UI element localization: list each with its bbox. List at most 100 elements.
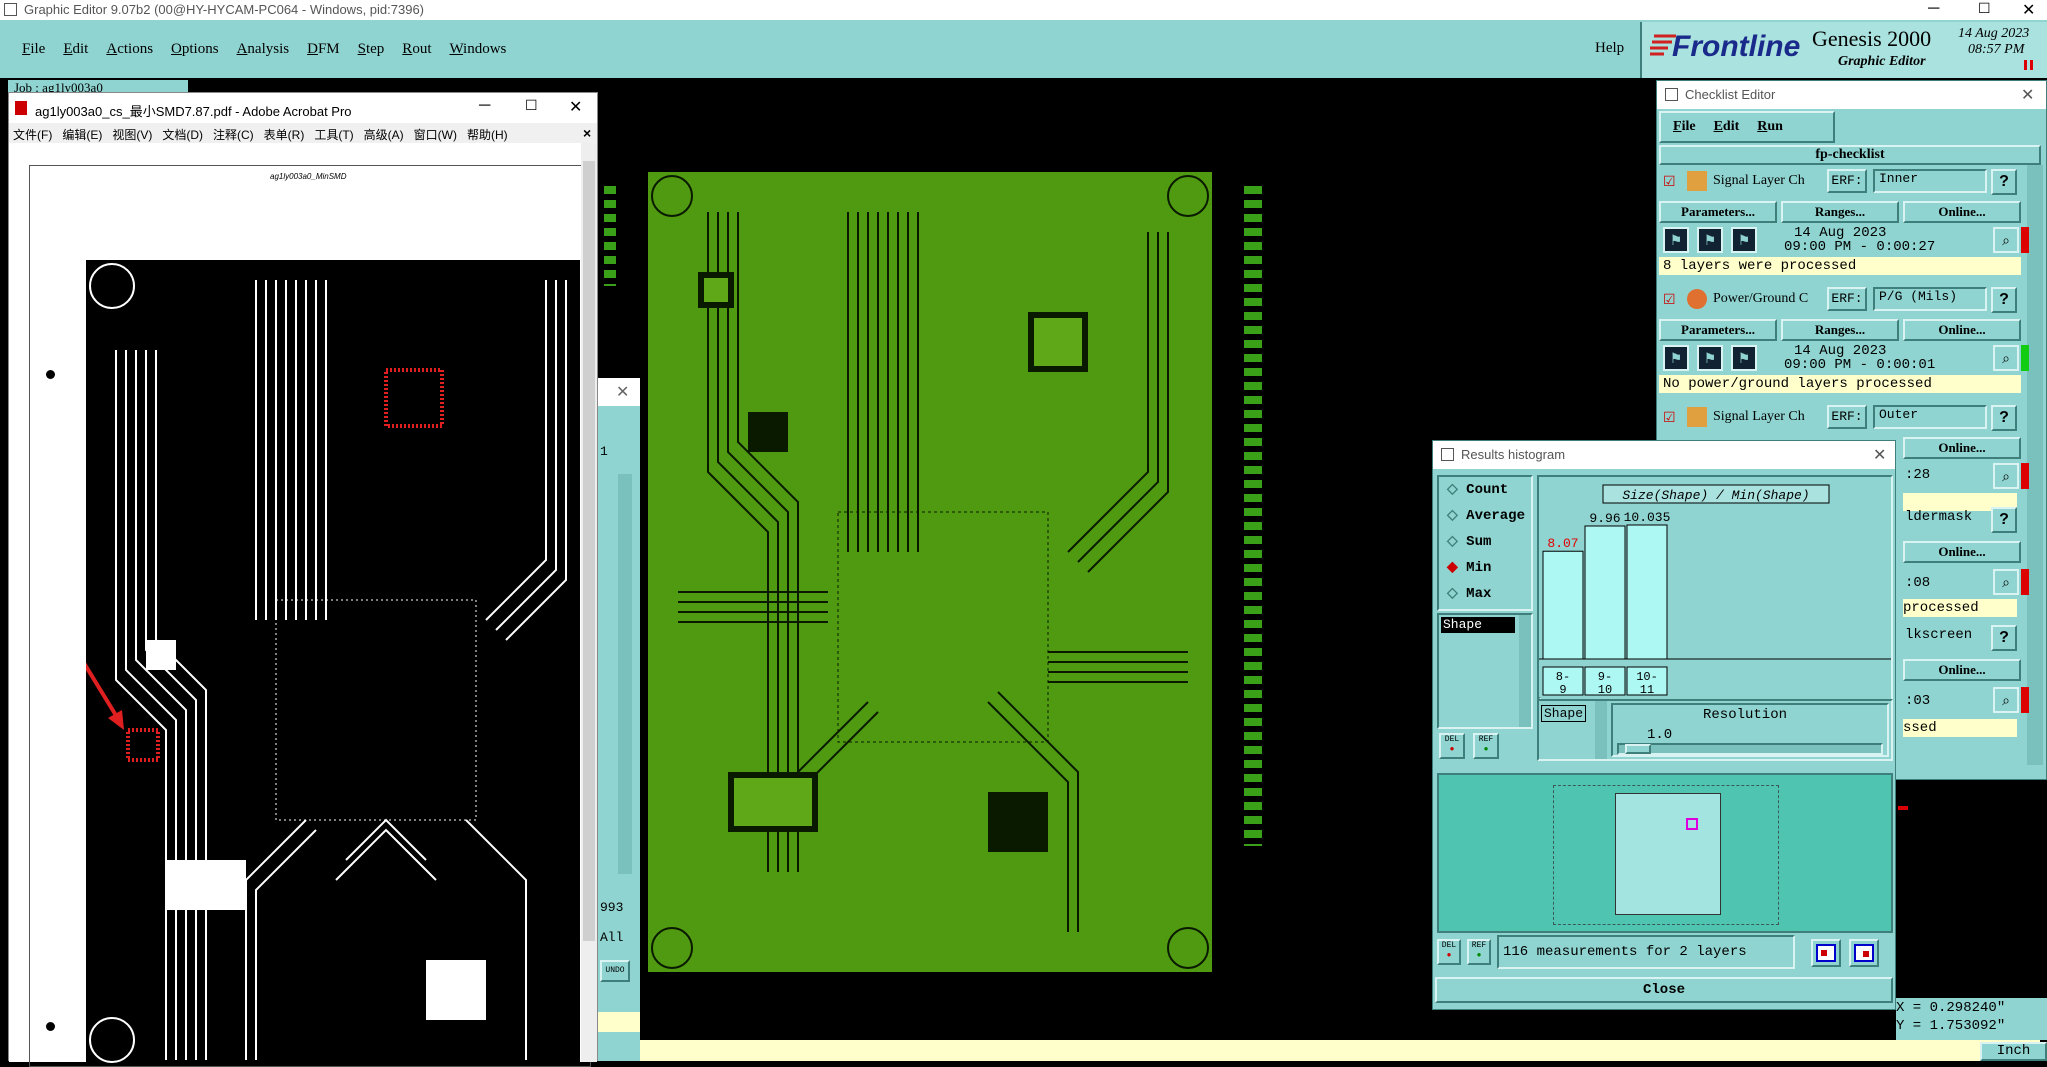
menu-edit[interactable]: Edit [63, 41, 88, 58]
histogram-bar [1542, 550, 1584, 660]
parameters-button[interactable]: Parameters... [1659, 201, 1777, 223]
menu-analysis[interactable]: Analysis [237, 41, 290, 58]
status-bar-red [2021, 463, 2029, 489]
online-button[interactable]: Online... [1903, 201, 2021, 223]
pcb-board-view[interactable] [648, 172, 1212, 972]
resolution-slider[interactable] [1617, 743, 1883, 755]
acrobat-menu-item[interactable]: 视图(V) [112, 126, 152, 143]
run-icon[interactable]: ⚑ [1663, 227, 1689, 253]
acrobat-menu-item[interactable]: 编辑(E) [62, 126, 102, 143]
option-count[interactable]: ◇ Count [1439, 477, 1531, 503]
del-button[interactable]: DEL ● [1439, 733, 1465, 759]
main-menu: File Edit Actions Options Analysis DFM Step Rou… [22, 40, 524, 58]
erf-value[interactable]: Inner [1873, 169, 1987, 193]
help-icon[interactable]: ? [1991, 507, 2017, 533]
maximize-icon[interactable]: ☐ [1978, 0, 1991, 17]
run-step-icon[interactable]: ⚑ [1697, 345, 1723, 371]
run-step-icon[interactable]: ⚑ [1697, 227, 1723, 253]
help-icon[interactable]: ? [1991, 405, 2017, 431]
acrobat-scrollbar[interactable] [581, 143, 597, 1062]
stop-icon[interactable]: ⚑ [1731, 345, 1757, 371]
item-checkbox-icon[interactable]: ☑ [1663, 409, 1676, 426]
ref-button-bottom[interactable]: REF ● [1467, 939, 1491, 965]
help-icon[interactable]: ? [1991, 169, 2017, 195]
item-checkbox-icon[interactable]: ☑ [1663, 291, 1676, 308]
resolution-slider-thumb[interactable] [1625, 744, 1651, 754]
partial-close-icon[interactable]: ✕ [616, 382, 629, 402]
menu-actions[interactable]: Actions [106, 41, 153, 58]
option-sum[interactable]: ◇ Sum [1439, 529, 1531, 555]
red-arrow-icon [86, 662, 124, 730]
stop-icon[interactable]: ⚑ [1731, 227, 1757, 253]
acrobat-menu-item[interactable]: 文档(D) [162, 126, 203, 143]
parameters-button[interactable]: Parameters... [1659, 319, 1777, 341]
help-icon[interactable]: ? [1991, 625, 2017, 651]
acrobat-maximize-icon[interactable]: ☐ [525, 97, 538, 114]
erf-value[interactable]: P/G (Mils) [1873, 287, 1987, 311]
acrobat-menu-item[interactable]: 文件(F) [13, 126, 52, 143]
acrobat-menu-item[interactable]: 高级(A) [364, 126, 404, 143]
help-menu[interactable]: Help [1595, 40, 1624, 57]
acrobat-close-icon[interactable]: ✕ [569, 97, 582, 117]
checklist-menu-run[interactable]: Run [1757, 119, 1783, 135]
zoom-results-icon[interactable]: ⌕ [1993, 569, 2019, 595]
close-icon[interactable]: ✕ [2022, 0, 2035, 20]
zoom-results-icon[interactable]: ⌕ [1993, 463, 2019, 489]
ranges-button[interactable]: Ranges... [1781, 319, 1899, 341]
online-button[interactable]: Online... [1903, 659, 2021, 681]
pdf-page-area[interactable]: ag1ly003a0_MinSMD [9, 143, 591, 1067]
zoom-results-icon[interactable]: ⌕ [1993, 345, 2019, 371]
menu-options[interactable]: Options [171, 41, 219, 58]
zoom-results-icon[interactable]: ⌕ [1993, 227, 2019, 253]
minimize-icon[interactable]: ─ [1928, 0, 1939, 18]
acrobat-menu-item[interactable]: 工具(T) [314, 126, 353, 143]
checklist-item-2: ☑ Power/Ground C ERF: P/G (Mils) ? Param… [1657, 285, 2046, 403]
acrobat-menu-item[interactable]: 表单(R) [264, 126, 305, 143]
erf-value[interactable]: Outer [1873, 405, 1987, 429]
close-button[interactable]: Close [1435, 977, 1893, 1003]
menu-windows[interactable]: Windows [449, 41, 506, 58]
run-icon[interactable]: ⚑ [1663, 345, 1689, 371]
acrobat-menu-item[interactable]: 帮助(H) [467, 126, 508, 143]
partial-scrollbar[interactable] [618, 474, 632, 874]
board-preview[interactable] [1437, 773, 1893, 933]
ranges-button[interactable]: Ranges... [1781, 201, 1899, 223]
erf-button[interactable]: ERF: [1827, 287, 1867, 311]
checklist-close-icon[interactable]: ✕ [2021, 85, 2034, 105]
checklist-menu-edit[interactable]: Edit [1714, 119, 1740, 135]
zoom-view-icon[interactable] [1849, 939, 1879, 967]
erf-button[interactable]: ERF: [1827, 405, 1867, 429]
del-button-bottom[interactable]: DEL ● [1437, 939, 1461, 965]
option-max[interactable]: ◇ Max [1439, 581, 1531, 607]
menu-step[interactable]: Step [358, 41, 385, 58]
board-view-icon[interactable] [1811, 939, 1841, 967]
histogram-title-bar: Results histogram ✕ [1433, 441, 1895, 469]
menu-dfm[interactable]: DFM [307, 41, 340, 58]
layer-list-scrollbar[interactable] [1519, 615, 1531, 727]
acrobat-menu-item[interactable]: 注释(C) [213, 126, 254, 143]
erf-button[interactable]: ERF: [1827, 169, 1867, 193]
histogram-close-icon[interactable]: ✕ [1873, 445, 1886, 465]
menu-rout[interactable]: Rout [402, 41, 431, 58]
resolution-scrollbar[interactable] [1595, 701, 1607, 759]
acrobat-doc-close[interactable]: × [583, 125, 591, 141]
layer-list-item[interactable]: Shape [1441, 617, 1515, 633]
item-checkbox-icon[interactable]: ☑ [1663, 173, 1676, 190]
item-status-tail: processed [1903, 599, 2017, 617]
acrobat-minimize-icon[interactable]: ─ [479, 97, 490, 115]
checklist-menu-file[interactable]: File [1673, 119, 1696, 135]
undo-button[interactable]: UNDO [600, 960, 630, 982]
online-button[interactable]: Online... [1903, 437, 2021, 459]
coord-x: X = 0.298240" [1896, 1000, 2006, 1016]
help-icon[interactable]: ? [1991, 287, 2017, 313]
ref-button[interactable]: REF ● [1473, 733, 1499, 759]
option-average[interactable]: ◇ Average [1439, 503, 1531, 529]
zoom-results-icon[interactable]: ⌕ [1993, 687, 2019, 713]
online-button[interactable]: Online... [1903, 541, 2021, 563]
units-button[interactable]: Inch [1980, 1042, 2047, 1061]
layer-list[interactable]: Shape [1437, 613, 1533, 729]
acrobat-menu-item[interactable]: 窗口(W) [414, 126, 457, 143]
menu-file[interactable]: File [22, 41, 45, 58]
online-button[interactable]: Online... [1903, 319, 2021, 341]
option-min[interactable]: ◆ Min [1439, 555, 1531, 581]
